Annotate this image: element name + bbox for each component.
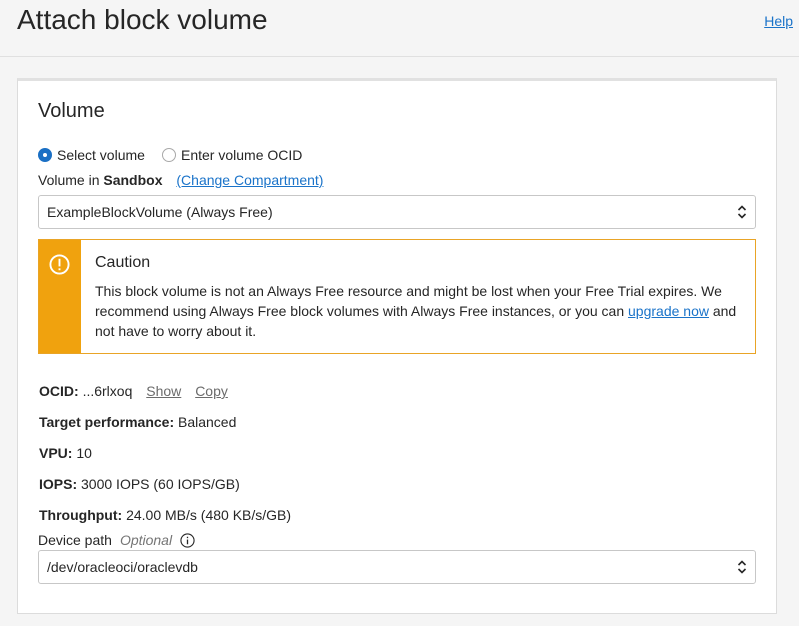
- help-link[interactable]: Help: [764, 13, 793, 29]
- copy-ocid-link[interactable]: Copy: [195, 383, 228, 399]
- volume-select[interactable]: ExampleBlockVolume (Always Free): [38, 195, 756, 229]
- radio-select-volume-label: Select volume: [57, 147, 145, 163]
- ocid-label: OCID:: [39, 383, 79, 399]
- page-header: Attach block volume Help: [0, 0, 799, 57]
- upgrade-now-link[interactable]: upgrade now: [628, 303, 709, 319]
- target-performance-value: Balanced: [178, 414, 237, 430]
- throughput-label: Throughput:: [39, 507, 123, 523]
- optional-label: Optional: [119, 532, 173, 548]
- ocid-row: OCID: ...6rlxoq Show Copy: [39, 383, 228, 399]
- radio-button-unchecked[interactable]: [162, 148, 176, 162]
- device-path-value: /dev/oracleoci/oraclevdb: [47, 559, 198, 575]
- throughput-value: 24.00 MB/s (480 KB/s/GB): [126, 507, 292, 523]
- iops-label: IOPS:: [39, 476, 78, 492]
- chevron-up-down-icon: [737, 205, 747, 219]
- caution-accent-bar: [39, 240, 81, 353]
- vpu-row: VPU: 10: [39, 445, 92, 461]
- radio-button-checked[interactable]: [38, 148, 52, 162]
- iops-value: 3000 IOPS (60 IOPS/GB): [81, 476, 240, 492]
- warning-icon: [49, 254, 70, 275]
- device-path-select[interactable]: /dev/oracleoci/oraclevdb: [38, 550, 756, 584]
- device-path-label: Device path: [38, 532, 112, 548]
- compartment-name: Sandbox: [103, 172, 163, 188]
- iops-row: IOPS: 3000 IOPS (60 IOPS/GB): [39, 476, 240, 492]
- throughput-row: Throughput: 24.00 MB/s (480 KB/s/GB): [39, 507, 291, 523]
- show-ocid-link[interactable]: Show: [146, 383, 181, 399]
- target-performance-label: Target performance:: [39, 414, 175, 430]
- device-path-label-row: Device path Optional: [38, 532, 195, 548]
- ocid-value: ...6rlxoq: [82, 383, 133, 399]
- section-title: Volume: [38, 100, 105, 122]
- vpu-value: 10: [76, 445, 92, 461]
- chevron-up-down-icon: [737, 560, 747, 574]
- compartment-row: Volume in Sandbox (Change Compartment): [38, 172, 323, 188]
- caution-box: Caution This block volume is not an Alwa…: [38, 239, 756, 354]
- volume-select-value: ExampleBlockVolume (Always Free): [47, 204, 273, 220]
- page-title: Attach block volume: [17, 4, 268, 35]
- change-compartment-link[interactable]: (Change Compartment): [176, 172, 323, 188]
- target-performance-row: Target performance: Balanced: [39, 414, 236, 430]
- compartment-prefix: Volume in: [38, 172, 100, 188]
- radio-enter-ocid-label: Enter volume OCID: [181, 147, 303, 163]
- info-icon[interactable]: [180, 532, 195, 548]
- radio-select-volume[interactable]: Select volume: [38, 145, 145, 165]
- radio-enter-ocid[interactable]: Enter volume OCID: [162, 145, 302, 165]
- vpu-label: VPU:: [39, 445, 73, 461]
- volume-panel: Volume Select volume Enter volume OCID V…: [17, 78, 777, 614]
- caution-message: This block volume is not an Always Free …: [95, 281, 745, 341]
- caution-title: Caution: [95, 254, 151, 271]
